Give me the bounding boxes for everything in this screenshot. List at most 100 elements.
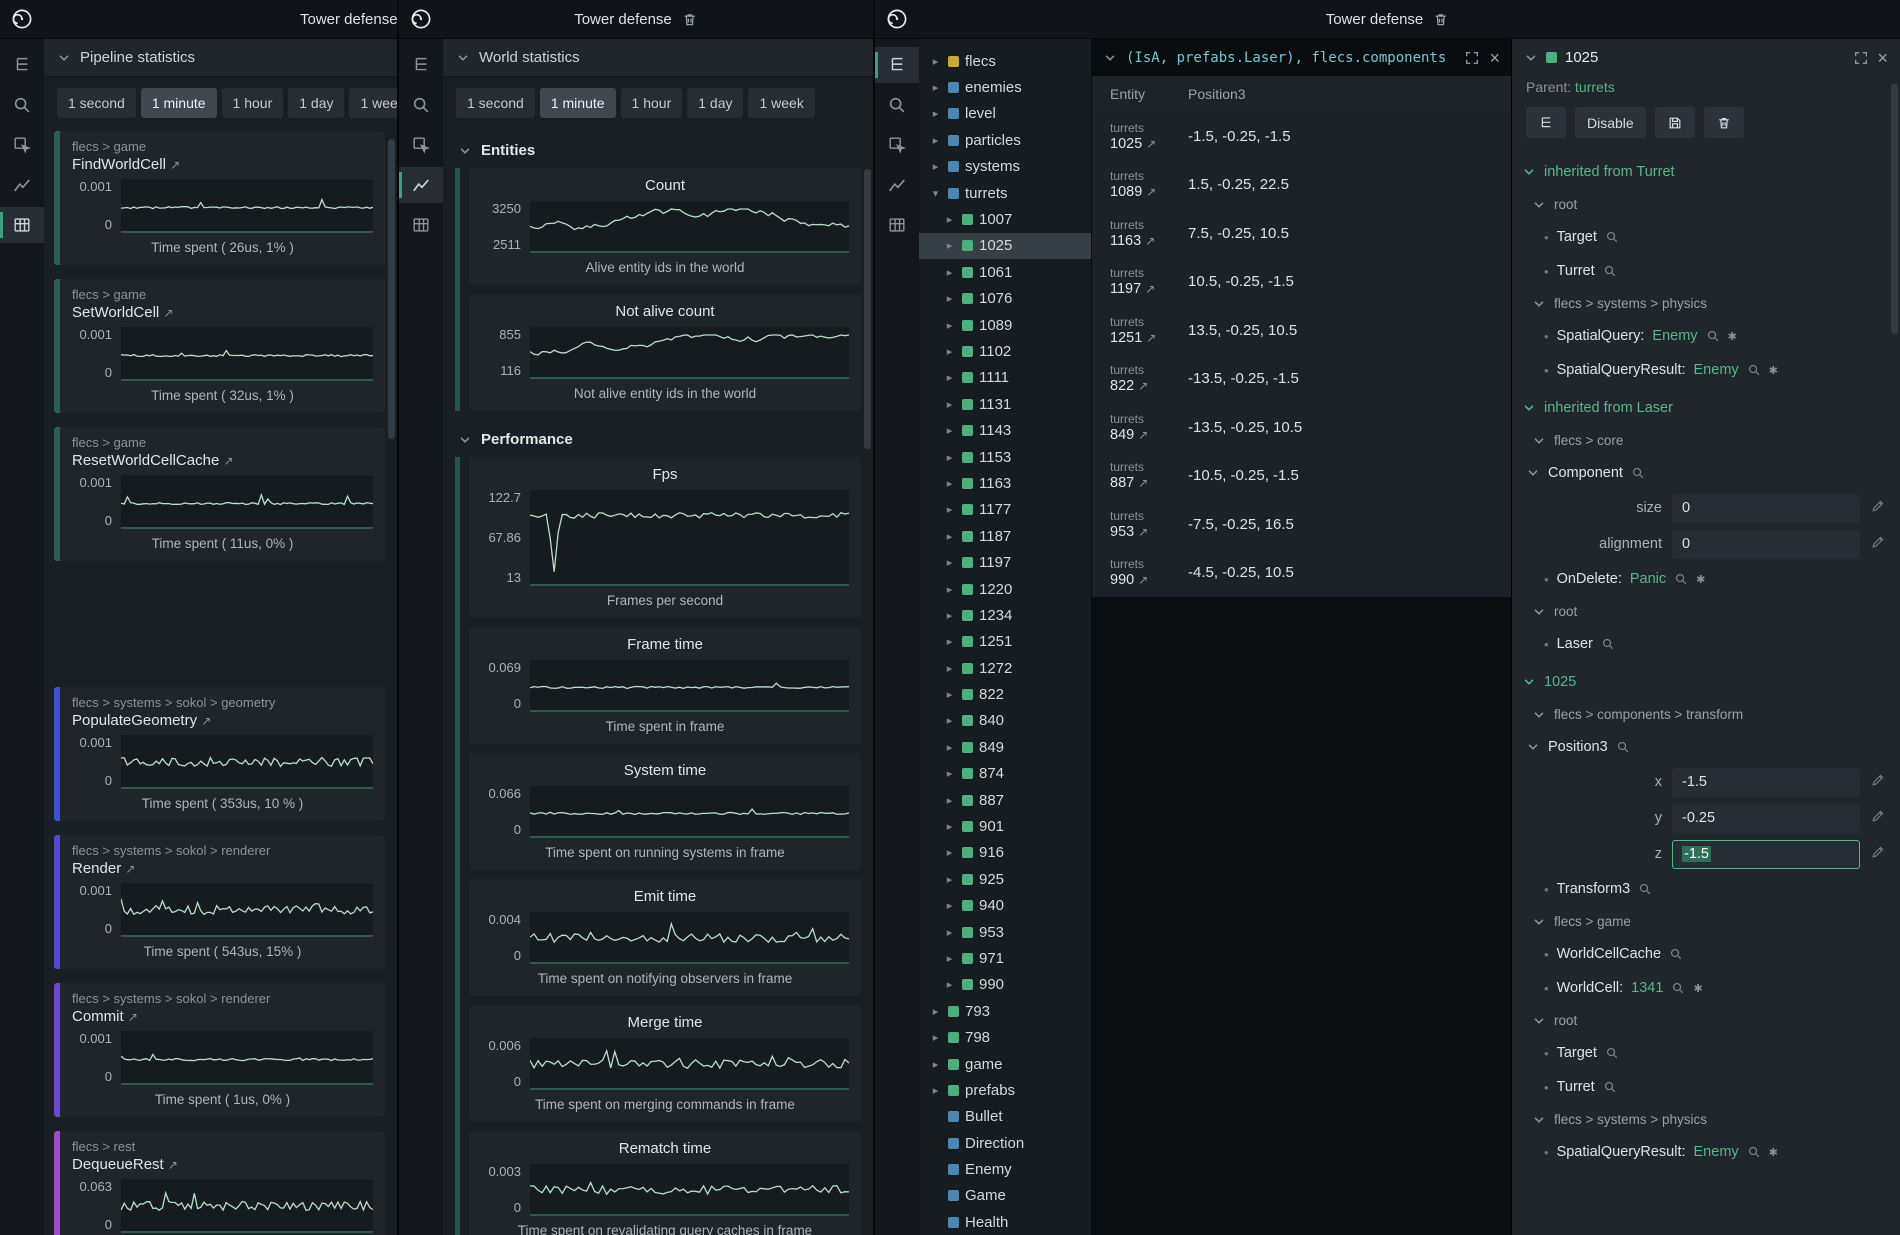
query-result-row[interactable]: turrets822 ↗-13.5, -0.25, -1.5 xyxy=(1092,355,1511,404)
tree-item-1197[interactable]: ▸1197 xyxy=(919,549,1091,575)
time-range-1-week[interactable]: 1 week xyxy=(748,88,814,118)
component-target-link[interactable]: Panic xyxy=(1630,571,1666,587)
query-result-row[interactable]: turrets1251 ↗13.5, -0.25, 10.5 xyxy=(1092,306,1511,355)
tree-expand-icon[interactable]: ▸ xyxy=(943,583,956,596)
query-component-icon[interactable] xyxy=(1603,1080,1617,1094)
nav-tree-icon[interactable] xyxy=(399,47,443,83)
time-range-1-minute[interactable]: 1 minute xyxy=(540,88,616,118)
component-row[interactable]: •Laser xyxy=(1512,627,1900,661)
tree-expand-icon[interactable]: ▸ xyxy=(929,107,942,120)
tree-item-1251[interactable]: ▸1251 xyxy=(919,629,1091,655)
component-row[interactable]: •WorldCell:1341✱ xyxy=(1512,971,1900,1005)
tree-item-1111[interactable]: ▸1111 xyxy=(919,365,1091,391)
query-component-icon[interactable] xyxy=(1605,230,1619,244)
component-row[interactable]: •Target xyxy=(1512,1036,1900,1070)
tree-item-enemies[interactable]: ▸enemies xyxy=(919,74,1091,100)
inspector-path-header[interactable]: root xyxy=(1512,189,1900,220)
delete-app-icon[interactable] xyxy=(681,11,698,28)
nav-search-icon[interactable] xyxy=(399,87,443,123)
query-component-icon[interactable] xyxy=(1706,329,1720,343)
tree-item-971[interactable]: ▸971 xyxy=(919,945,1091,971)
time-range-1-minute[interactable]: 1 minute xyxy=(141,88,217,118)
tree-expand-icon[interactable]: ▸ xyxy=(943,503,956,516)
component-target-link[interactable]: 1341 xyxy=(1631,980,1663,996)
tree-item-874[interactable]: ▸874 xyxy=(919,761,1091,787)
tree-item-1076[interactable]: ▸1076 xyxy=(919,286,1091,312)
chevron-down-icon[interactable] xyxy=(1526,740,1540,754)
tree-item-1025[interactable]: ▸1025 xyxy=(919,233,1091,259)
tree-item-887[interactable]: ▸887 xyxy=(919,787,1091,813)
query-component-icon[interactable] xyxy=(1601,637,1615,651)
tree-expand-icon[interactable]: ▾ xyxy=(929,187,942,200)
tree-expand-icon[interactable]: ▸ xyxy=(943,820,956,833)
inspector-path-header[interactable]: flecs > game xyxy=(1512,906,1900,937)
tree-item-822[interactable]: ▸822 xyxy=(919,681,1091,707)
tree-item-849[interactable]: ▸849 xyxy=(919,734,1091,760)
tree-expand-icon[interactable]: ▸ xyxy=(929,1005,942,1018)
tree-expand-icon[interactable]: ▸ xyxy=(943,873,956,886)
close-icon[interactable]: × xyxy=(1877,49,1888,67)
nav-tables-icon[interactable] xyxy=(875,207,919,243)
tree-item-990[interactable]: ▸990 xyxy=(919,972,1091,998)
tree-item-Bullet[interactable]: Bullet xyxy=(919,1104,1091,1130)
tree-expand-icon[interactable]: ▸ xyxy=(943,741,956,754)
tree-expand-icon[interactable]: ▸ xyxy=(929,160,942,173)
query-result-row[interactable]: turrets849 ↗-13.5, -0.25, 10.5 xyxy=(1092,403,1511,452)
disable-button[interactable]: Disable xyxy=(1575,107,1646,138)
edit-icon[interactable] xyxy=(1870,534,1888,555)
nav-tree-icon[interactable] xyxy=(875,47,919,83)
tree-item-Direction[interactable]: Direction xyxy=(919,1130,1091,1156)
tree-item-prefabs[interactable]: ▸prefabs xyxy=(919,1077,1091,1103)
scrollbar-thumb[interactable] xyxy=(864,169,871,449)
entity-id-link[interactable]: 953 ↗ xyxy=(1110,524,1188,540)
inspector-path-header[interactable]: flecs > components > transform xyxy=(1512,699,1900,730)
query-result-row[interactable]: turrets1089 ↗1.5, -0.25, 22.5 xyxy=(1092,161,1511,210)
query-result-row[interactable]: turrets953 ↗-7.5, -0.25, 16.5 xyxy=(1092,500,1511,549)
tree-expand-icon[interactable]: ▸ xyxy=(943,451,956,464)
query-component-icon[interactable] xyxy=(1616,740,1630,754)
tree-expand-icon[interactable]: ▸ xyxy=(929,55,942,68)
component-row[interactable]: •OnDelete:Panic✱ xyxy=(1512,562,1900,596)
scrollbar-thumb[interactable] xyxy=(388,139,395,439)
component-row[interactable]: •SpatialQueryResult:Enemy✱ xyxy=(1512,353,1900,387)
system-name-link[interactable]: Render ↗ xyxy=(72,860,373,877)
nav-search-icon[interactable] xyxy=(0,87,44,123)
tree-expand-icon[interactable]: ▸ xyxy=(943,767,956,780)
query-input[interactable]: (IsA, prefabs.Laser), flecs.components xyxy=(1126,50,1455,66)
tree-item-1163[interactable]: ▸1163 xyxy=(919,470,1091,496)
query-component-icon[interactable] xyxy=(1669,947,1683,961)
edit-icon[interactable] xyxy=(1870,808,1888,829)
nav-inspector-icon[interactable] xyxy=(399,127,443,163)
inspector-path-header[interactable]: root xyxy=(1512,596,1900,627)
query-component-icon[interactable] xyxy=(1603,264,1617,278)
world-statistics-header[interactable]: World statistics xyxy=(443,39,873,77)
nav-tables-icon[interactable] xyxy=(0,207,44,243)
pipeline-statistics-header[interactable]: Pipeline statistics xyxy=(44,39,397,77)
chevron-down-icon[interactable] xyxy=(1103,51,1117,65)
tree-expand-icon[interactable]: ▸ xyxy=(929,134,942,147)
tree-expand-icon[interactable]: ▸ xyxy=(943,556,956,569)
component-target-link[interactable]: Enemy xyxy=(1694,1144,1739,1160)
tree-expand-icon[interactable]: ▸ xyxy=(943,292,956,305)
chevron-down-icon[interactable] xyxy=(1524,51,1538,65)
nav-tree-icon[interactable] xyxy=(0,47,44,83)
parent-link[interactable]: turrets xyxy=(1575,79,1615,95)
nav-statistics-icon[interactable] xyxy=(875,167,919,203)
edit-icon[interactable] xyxy=(1870,772,1888,793)
nav-tables-icon[interactable] xyxy=(399,207,443,243)
query-component-icon[interactable] xyxy=(1631,466,1645,480)
nav-inspector-icon[interactable] xyxy=(875,127,919,163)
entity-id-link[interactable]: 849 ↗ xyxy=(1110,427,1188,443)
tree-item-turrets[interactable]: ▾turrets xyxy=(919,180,1091,206)
field-input-alignment[interactable]: 0 xyxy=(1672,530,1860,559)
query-component-icon[interactable] xyxy=(1747,1145,1761,1159)
tree-item-1153[interactable]: ▸1153 xyxy=(919,444,1091,470)
entity-id-link[interactable]: 822 ↗ xyxy=(1110,378,1188,394)
inspector-path-header[interactable]: flecs > core xyxy=(1512,425,1900,456)
tree-item-1187[interactable]: ▸1187 xyxy=(919,523,1091,549)
query-result-row[interactable]: turrets1163 ↗7.5, -0.25, 10.5 xyxy=(1092,209,1511,258)
save-button[interactable] xyxy=(1655,107,1695,138)
tree-item-953[interactable]: ▸953 xyxy=(919,919,1091,945)
component-row[interactable]: •Turret xyxy=(1512,1070,1900,1104)
inspector-section-header[interactable]: inherited from Laser xyxy=(1512,387,1900,425)
